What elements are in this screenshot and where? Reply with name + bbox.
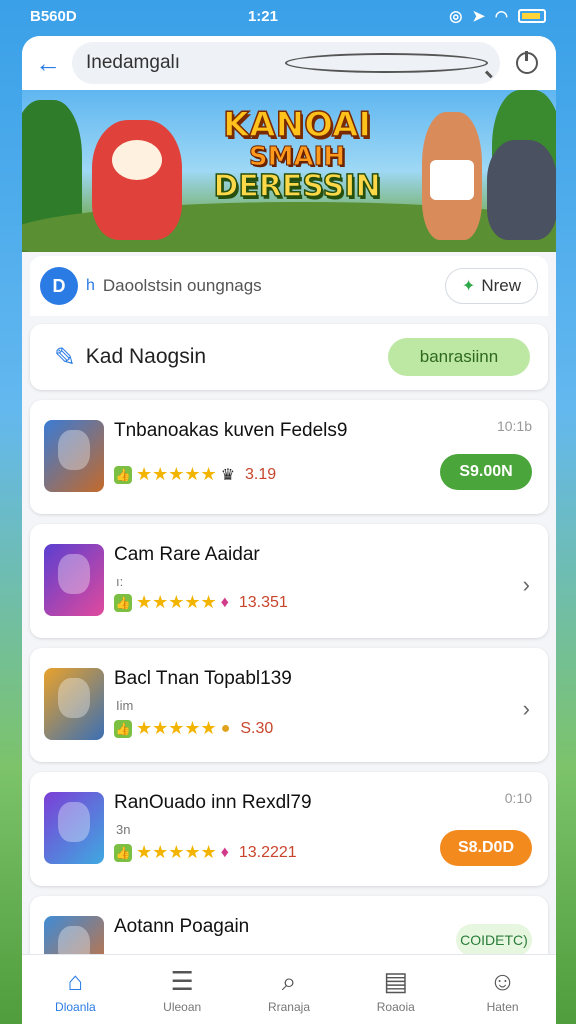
rating-row: 👍 ★★★★★ ♦ 13.351	[114, 592, 288, 613]
chevron-right-icon[interactable]: ›	[523, 572, 530, 598]
nav-label: Uleoan	[163, 999, 202, 1014]
search-bar: ← Inedamgalı	[22, 36, 556, 90]
nav-label: Haten	[486, 999, 519, 1014]
menu-icon: ☰	[170, 965, 194, 996]
new-button-label: Nrew	[481, 276, 521, 295]
item-subtitle: 3n	[116, 822, 131, 837]
list-item[interactable]: Bacl Tnan Topabl139 Iim 👍 ★★★★★ ● S.30 ›	[30, 648, 548, 762]
hero-character	[422, 112, 482, 240]
tab-text: Daoolstsin oungnags	[102, 276, 262, 295]
navigation-icon: ➤	[472, 8, 485, 25]
nav-label: Dloanla	[55, 999, 96, 1014]
item-title: RanOuado inn Rexdl79	[114, 792, 312, 813]
location-icon: ◎	[449, 8, 463, 25]
wifi-icon: ◠	[494, 8, 508, 25]
app-chip-icon[interactable]: D	[40, 267, 78, 305]
power-icon[interactable]	[516, 51, 538, 74]
item-title: Tnbanoakas kuven Fedels9	[114, 420, 348, 441]
dark-warrior-character	[487, 140, 556, 240]
search-input-value: Inedamgalı	[86, 52, 181, 73]
star-rating-icon: ★★★★★	[136, 464, 217, 484]
status-icons: ◎ ➤ ◠	[449, 7, 546, 25]
game-list: Tnbanoakas kuven Fedels9 👍 ★★★★★ ♛ 3.19 …	[22, 400, 556, 1010]
home-icon: ⌂	[67, 965, 84, 996]
nav-menu[interactable]: ☰ Uleoan	[137, 966, 227, 1014]
search-input[interactable]: Inedamgalı	[72, 42, 500, 84]
rating-value: 13.351	[238, 593, 288, 611]
list-item[interactable]: RanOuado inn Rexdl79 3n 👍 ★★★★★ ♦ 13.222…	[30, 772, 548, 886]
list-item[interactable]: Tnbanoakas kuven Fedels9 👍 ★★★★★ ♛ 3.19 …	[30, 400, 548, 514]
star-rating-icon: ★★★★★	[136, 592, 217, 612]
app-window: ← Inedamgalı KANOAI SMAIH DERESSIN D h D…	[22, 36, 556, 1024]
thumbs-up-icon: 👍	[114, 719, 132, 738]
thumbs-up-icon: 👍	[114, 465, 132, 484]
item-subtitle: Iim	[116, 698, 134, 713]
handshake-icon: ✦	[461, 278, 476, 295]
battery-icon	[518, 9, 546, 23]
pen-icon: ✎	[54, 341, 76, 372]
item-title: Aotann Poagain	[114, 916, 250, 937]
status-bar: B560D 1:21 ◎ ➤ ◠	[0, 0, 576, 32]
list-item[interactable]: Cam Rare Aaidar ı: 👍 ★★★★★ ♦ 13.351 ›	[30, 524, 548, 638]
item-title: Bacl Tnan Topabl139	[114, 668, 292, 689]
search-icon: ⌕	[281, 965, 297, 996]
section-title: Kad Naogsin	[85, 345, 207, 368]
trophy-icon: ♛	[220, 466, 236, 484]
banner-title-line1: KANOAI	[222, 105, 372, 145]
game-thumbnail	[44, 544, 104, 616]
rating-row: 👍 ★★★★★ ♛ 3.19	[114, 464, 276, 485]
banner-title: KANOAI SMAIH DERESSIN	[192, 105, 402, 204]
tab-header: D h Daoolstsin oungnags ✦ Nrew	[30, 256, 548, 316]
item-time: 0:10	[504, 790, 532, 806]
promo-banner[interactable]: KANOAI SMAIH DERESSIN	[22, 90, 556, 252]
rating-value: S.30	[240, 719, 274, 737]
rating-row: 👍 ★★★★★ ♦ 13.2221	[114, 842, 297, 863]
game-thumbnail	[44, 792, 104, 864]
price-button[interactable]: S9.00N	[440, 454, 532, 490]
list-icon: ▤	[383, 965, 409, 996]
rating-value: 3.19	[245, 465, 277, 483]
search-icon[interactable]	[285, 53, 488, 73]
status-badge[interactable]: COIDETC)	[456, 924, 532, 956]
nav-search[interactable]: ⌕ Rranaja	[244, 966, 334, 1014]
star-rating-icon: ★★★★★	[136, 718, 217, 738]
coin-icon: ●	[220, 719, 231, 737]
profile-icon: ☺	[489, 965, 516, 996]
rating-row: 👍 ★★★★★ ● S.30	[114, 718, 273, 739]
new-button[interactable]: ✦ Nrew	[444, 268, 538, 304]
gem-icon: ♦	[220, 593, 229, 611]
red-creature-character	[92, 120, 182, 240]
thumbs-up-icon: 👍	[114, 843, 132, 862]
item-title: Cam Rare Aaidar	[114, 544, 260, 565]
section-header: ✎ Kad Naogsin banrasiinn	[30, 324, 548, 390]
nav-label: Rranaja	[267, 999, 310, 1014]
nav-home[interactable]: ⌂ Dloanla	[30, 966, 120, 1014]
tab-count: h	[86, 277, 95, 294]
game-thumbnail	[44, 668, 104, 740]
carrier-label: B560D	[30, 7, 77, 25]
chevron-right-icon[interactable]: ›	[523, 696, 530, 722]
rating-value: 13.2221	[238, 843, 297, 861]
nav-label: Roaoia	[376, 999, 415, 1014]
price-button[interactable]: S8.D0D	[440, 830, 532, 866]
gem-icon: ♦	[220, 843, 229, 861]
clock: 1:21	[247, 7, 278, 25]
item-subtitle: ı:	[116, 574, 124, 589]
item-time: 10:1b	[496, 418, 532, 434]
back-arrow-icon[interactable]: ←	[34, 48, 62, 79]
section-action-button[interactable]: banrasiinn	[388, 338, 530, 376]
nav-list[interactable]: ▤ Roaoia	[351, 966, 441, 1014]
thumbs-up-icon: 👍	[114, 593, 132, 612]
bottom-nav: ⌂ Dloanla ☰ Uleoan ⌕ Rranaja ▤ Roaoia ☺ …	[22, 954, 556, 1024]
star-rating-icon: ★★★★★	[136, 842, 217, 862]
nav-profile[interactable]: ☺ Haten	[458, 966, 548, 1014]
banner-title-line2: SMAIH	[248, 141, 346, 172]
game-thumbnail	[44, 420, 104, 492]
banner-title-line3: DERESSIN	[213, 168, 382, 204]
